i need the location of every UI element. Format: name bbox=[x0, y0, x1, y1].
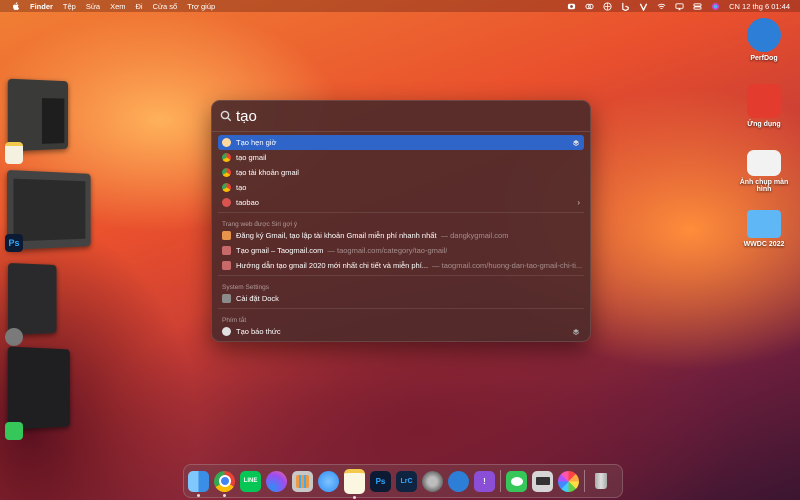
trash-icon[interactable] bbox=[590, 471, 611, 492]
finder-icon[interactable] bbox=[188, 470, 209, 497]
menu-bar: Finder Tệp Sửa Xem Đi Cửa sổ Trợ giúp CN… bbox=[0, 0, 800, 12]
wifi-icon[interactable] bbox=[657, 2, 666, 11]
vector-icon[interactable] bbox=[639, 2, 648, 11]
dock-separator bbox=[584, 470, 585, 492]
messages-app-badge bbox=[5, 422, 23, 440]
perfdog-icon bbox=[747, 18, 781, 52]
menu-view[interactable]: Xem bbox=[110, 2, 125, 11]
notes-app-badge bbox=[5, 142, 23, 164]
safari-icon[interactable] bbox=[318, 470, 339, 492]
result-tao-gmail[interactable]: tạo gmail bbox=[218, 150, 584, 165]
layers-icon bbox=[572, 139, 580, 146]
result-tao-bao-thuc[interactable]: Tạo báo thức bbox=[218, 324, 584, 339]
notes-icon[interactable] bbox=[344, 468, 365, 499]
vpn-icon[interactable] bbox=[603, 1, 612, 11]
chrome-icon[interactable] bbox=[214, 470, 235, 497]
search-icon bbox=[220, 110, 232, 122]
spotlight-panel: tạo Tạo hẹn giờ tạo gmail tạo tài khoản … bbox=[211, 100, 591, 342]
section-system-settings: System Settings bbox=[222, 284, 269, 291]
search-suggest-icon bbox=[222, 198, 231, 207]
menu-app-finder[interactable]: Finder bbox=[30, 2, 53, 11]
chevron-right-icon: › bbox=[577, 198, 580, 207]
folder-icon bbox=[747, 210, 781, 238]
screenshot-app-icon[interactable] bbox=[532, 470, 553, 492]
photoshop-icon[interactable]: Ps bbox=[370, 470, 391, 492]
photos-icon[interactable] bbox=[558, 470, 579, 492]
menu-clock[interactable]: CN 12 thg 6 01:44 bbox=[729, 2, 790, 11]
settings-app-badge bbox=[5, 328, 23, 346]
photoshop-app-badge: Ps bbox=[5, 234, 23, 252]
apple-menu-icon[interactable] bbox=[12, 1, 20, 11]
dock: LINE Ps LrC ! bbox=[183, 464, 623, 499]
feedback-icon[interactable]: ! bbox=[474, 470, 495, 492]
chrome-icon bbox=[222, 168, 231, 177]
note-preview bbox=[41, 98, 65, 144]
divider bbox=[218, 275, 584, 276]
record-icon[interactable] bbox=[567, 2, 576, 11]
result-siri-web-1[interactable]: Đăng ký Gmail, tạo lập tài khoản Gmail m… bbox=[218, 228, 584, 243]
result-cai-dat-dock[interactable]: Cài đặt Dock bbox=[218, 291, 584, 306]
desktop-icon-wwdc-folder[interactable]: WWDC 2022 bbox=[736, 206, 792, 248]
screenshot-icon bbox=[747, 150, 781, 176]
menu-edit[interactable]: Sửa bbox=[86, 2, 100, 11]
menu-help[interactable]: Trợ giúp bbox=[187, 2, 215, 11]
result-siri-web-3[interactable]: Hướng dẫn tạo gmail 2020 mới nhất chi ti… bbox=[218, 258, 584, 273]
result-tao-hen-gio[interactable]: Tạo hẹn giờ bbox=[218, 135, 584, 150]
section-shortcuts: Phím tắt bbox=[222, 317, 247, 324]
screen-mirror-icon[interactable] bbox=[675, 2, 684, 11]
menu-file[interactable]: Tệp bbox=[63, 2, 76, 11]
shortcuts-icon bbox=[222, 138, 231, 147]
launchpad-icon[interactable] bbox=[292, 470, 313, 492]
divider bbox=[218, 212, 584, 213]
stage-window-settings[interactable] bbox=[7, 262, 57, 336]
messenger-icon[interactable] bbox=[266, 470, 287, 492]
desktop-icon-perfdog[interactable]: PerfDog bbox=[736, 18, 792, 62]
menu-go[interactable]: Đi bbox=[135, 2, 142, 11]
spotlight-search-bar[interactable]: tạo bbox=[212, 101, 590, 132]
layers-icon bbox=[572, 328, 580, 335]
spotlight-query[interactable]: tạo bbox=[236, 108, 257, 125]
result-tao[interactable]: tạo bbox=[218, 180, 584, 195]
desktop-icon-applications[interactable]: Ứng dụng bbox=[736, 84, 792, 128]
alarm-icon bbox=[222, 327, 231, 336]
result-tao-tai-khoan-gmail[interactable]: tạo tài khoản gmail bbox=[218, 165, 584, 180]
adobe-cc-icon bbox=[747, 84, 781, 118]
website-icon bbox=[222, 231, 231, 240]
desktop-icon-screenshot[interactable]: Ảnh chụp màn hình bbox=[736, 146, 792, 193]
system-settings-icon[interactable] bbox=[422, 470, 443, 492]
settings-icon bbox=[222, 294, 231, 303]
bing-icon[interactable] bbox=[621, 2, 630, 11]
line-icon[interactable]: LINE bbox=[240, 470, 261, 492]
lightroom-classic-icon[interactable]: LrC bbox=[396, 470, 417, 492]
menu-window[interactable]: Cửa sổ bbox=[153, 2, 178, 11]
chrome-icon bbox=[222, 183, 231, 192]
result-siri-web-2[interactable]: Tạo gmail – Taogmail.com — taogmail.com/… bbox=[218, 243, 584, 258]
photoshop-preview bbox=[13, 178, 86, 242]
section-siri-websites: Trang web được Siri gợi ý bbox=[222, 221, 298, 228]
stage-window-notes[interactable] bbox=[7, 78, 68, 152]
perfdog-icon[interactable] bbox=[448, 470, 469, 492]
result-taobao[interactable]: taobao › bbox=[218, 195, 584, 210]
website-icon bbox=[222, 246, 231, 255]
control-center-icon[interactable] bbox=[693, 2, 702, 11]
creative-cloud-icon[interactable] bbox=[585, 2, 594, 11]
website-icon bbox=[222, 261, 231, 270]
divider bbox=[218, 308, 584, 309]
chrome-icon bbox=[222, 153, 231, 162]
dock-separator bbox=[500, 470, 501, 492]
messages-icon[interactable] bbox=[506, 470, 527, 492]
stage-window-messages[interactable] bbox=[7, 346, 70, 430]
siri-icon[interactable] bbox=[711, 2, 720, 11]
